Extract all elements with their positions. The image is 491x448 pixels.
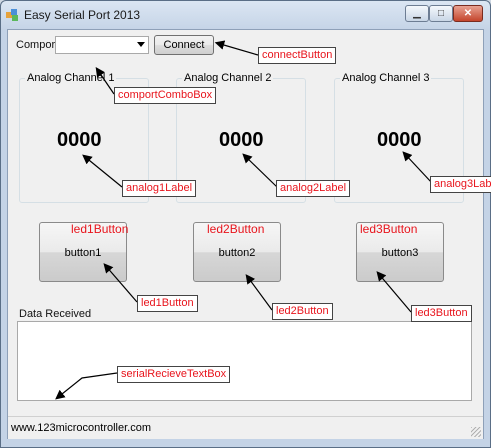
minimize-icon: ▁ xyxy=(413,8,421,19)
callout-analog3-label: analog3Label xyxy=(430,176,491,193)
callout-led2-button: led2Button xyxy=(272,303,333,320)
callout-led3-button: led3Button xyxy=(411,305,472,322)
callout-analog1-label: analog1Label xyxy=(122,180,197,197)
resize-grip-icon[interactable] xyxy=(471,427,481,437)
led2-button-caption: led2Button xyxy=(207,222,265,236)
maximize-button[interactable]: □ xyxy=(429,5,453,22)
callout-comport-combobox: comportComboBox xyxy=(114,87,217,104)
led1-button-label: button1 xyxy=(64,247,102,259)
data-received-label: Data Received xyxy=(19,308,92,320)
analog-channel-2-title: Analog Channel 2 xyxy=(182,72,274,84)
callout-connect-button: connectButton xyxy=(258,47,337,64)
led1-button-caption: led1Button xyxy=(71,222,129,236)
callout-led1-button: led1Button xyxy=(137,295,198,312)
comport-label: Comport xyxy=(16,39,59,51)
analog-channel-3-title: Analog Channel 3 xyxy=(340,72,432,84)
connect-button[interactable]: Connect xyxy=(154,35,214,55)
led3-button-caption: led3Button xyxy=(360,222,418,236)
status-text: www.123microcontroller.com xyxy=(11,422,151,434)
serial-receive-textbox[interactable] xyxy=(17,321,472,401)
window-title: Easy Serial Port 2013 xyxy=(24,8,141,22)
analog3-value: 0000 xyxy=(377,129,422,151)
close-button[interactable]: ✕ xyxy=(453,5,483,22)
led3-button-label: button3 xyxy=(381,247,419,259)
analog-channel-1-title: Analog Channel 1 xyxy=(25,72,117,84)
analog1-value: 0000 xyxy=(57,129,102,151)
analog2-value: 0000 xyxy=(219,129,264,151)
led2-button-label: button2 xyxy=(218,247,256,259)
callout-analog2-label: analog2Label xyxy=(276,180,351,197)
title-bar[interactable]: Easy Serial Port 2013 ▁ □ ✕ xyxy=(1,1,490,29)
app-icon xyxy=(6,9,18,21)
chevron-down-icon xyxy=(137,42,145,47)
close-icon: ✕ xyxy=(463,8,473,19)
comport-combobox[interactable] xyxy=(55,36,149,54)
minimize-button[interactable]: ▁ xyxy=(405,5,429,22)
maximize-icon: □ xyxy=(437,8,445,19)
status-bar: www.123microcontroller.com xyxy=(8,416,483,439)
callout-serial-receive-textbox: serialRecieveTextBox xyxy=(117,366,231,383)
